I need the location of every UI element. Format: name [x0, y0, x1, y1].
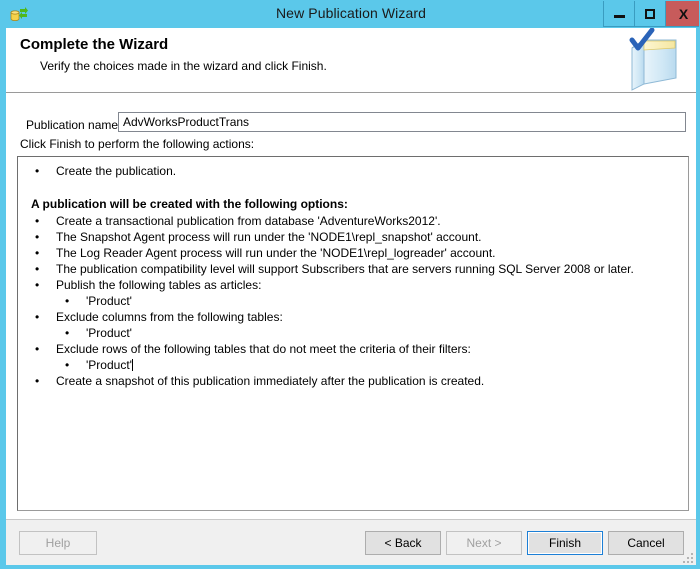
- list-spacer: [18, 179, 688, 195]
- bullet-icon: •: [35, 213, 39, 229]
- next-button[interactable]: Next >: [446, 531, 522, 555]
- maximize-icon: [645, 9, 655, 19]
- finish-instruction: Click Finish to perform the following ac…: [20, 137, 254, 151]
- page-subtitle: Verify the choices made in the wizard an…: [40, 59, 327, 73]
- bullet-icon: •: [65, 357, 69, 373]
- bullet-icon: •: [35, 163, 39, 179]
- list-item: • 'Product': [18, 357, 688, 373]
- list-item: • 'Product': [18, 293, 688, 309]
- list-item: • Create a transactional publication from…: [18, 213, 688, 229]
- title-bar: New Publication Wizard X: [1, 1, 700, 28]
- minimize-icon: [614, 15, 625, 18]
- list-item-label: Create a transactional publication from …: [56, 214, 441, 228]
- list-item: • The Log Reader Agent process will run u…: [18, 245, 688, 261]
- actions-section-heading: A publication will be created with the f…: [18, 195, 688, 213]
- list-item-label: Create a snapshot of this publication im…: [56, 374, 484, 388]
- page-title: Complete the Wizard: [20, 36, 168, 53]
- window-controls: X: [603, 1, 700, 28]
- cancel-button[interactable]: Cancel: [608, 531, 684, 555]
- list-item-label: The Log Reader Agent process will run un…: [56, 246, 496, 260]
- finish-button[interactable]: Finish: [527, 531, 603, 555]
- book-with-checkmark-icon: [610, 28, 690, 92]
- wizard-body: Publication name: Click Finish to perfor…: [6, 93, 696, 519]
- bullet-icon: •: [35, 229, 39, 245]
- list-item-label: Create the publication.: [56, 164, 176, 178]
- list-item: • Exclude columns from the following tabl…: [18, 309, 688, 325]
- bullet-icon: •: [35, 245, 39, 261]
- wizard-header: Complete the Wizard Verify the choices m…: [6, 28, 696, 93]
- list-item: • The Snapshot Agent process will run und…: [18, 229, 688, 245]
- new-publication-wizard-window: New Publication Wizard X Complete the Wi…: [0, 0, 700, 569]
- list-item: • Exclude rows of the following tables th…: [18, 341, 688, 357]
- list-item: • The publication compatibility level wil…: [18, 261, 688, 277]
- list-item-label: 'Product': [86, 294, 132, 308]
- maximize-button[interactable]: [634, 1, 665, 27]
- resize-grip-icon[interactable]: [680, 550, 693, 563]
- bullet-icon: •: [35, 261, 39, 277]
- window-title: New Publication Wizard: [1, 5, 700, 21]
- list-item-label: 'Product': [86, 358, 132, 372]
- minimize-button[interactable]: [603, 1, 634, 27]
- list-item-label: The publication compatibility level will…: [56, 262, 634, 276]
- help-button[interactable]: Help: [19, 531, 97, 555]
- list-item: • Create a snapshot of this publication i…: [18, 373, 688, 389]
- list-item: • Create the publication.: [18, 163, 688, 179]
- publication-name-label: Publication name:: [26, 118, 121, 132]
- bullet-icon: •: [35, 309, 39, 325]
- list-item-label: The Snapshot Agent process will run unde…: [56, 230, 482, 244]
- text-cursor: [132, 359, 133, 371]
- wizard-footer: Help < Back Next > Finish Cancel: [6, 519, 696, 565]
- list-item: • 'Product': [18, 325, 688, 341]
- actions-list: • Create the publication. A publication wi…: [18, 157, 688, 389]
- list-item-label: Exclude rows of the following tables tha…: [56, 342, 471, 356]
- bullet-icon: •: [35, 277, 39, 293]
- list-item: • Publish the following tables as article…: [18, 277, 688, 293]
- publication-name-input[interactable]: [118, 112, 686, 132]
- list-item-label: Exclude columns from the following table…: [56, 310, 283, 324]
- close-button[interactable]: X: [665, 1, 700, 27]
- list-item-label: Publish the following tables as articles…: [56, 278, 261, 292]
- list-item-label: 'Product': [86, 326, 132, 340]
- bullet-icon: •: [35, 373, 39, 389]
- bullet-icon: •: [65, 293, 69, 309]
- actions-summary-panel[interactable]: • Create the publication. A publication wi…: [17, 156, 689, 511]
- back-button[interactable]: < Back: [365, 531, 441, 555]
- bullet-icon: •: [35, 341, 39, 357]
- bullet-icon: •: [65, 325, 69, 341]
